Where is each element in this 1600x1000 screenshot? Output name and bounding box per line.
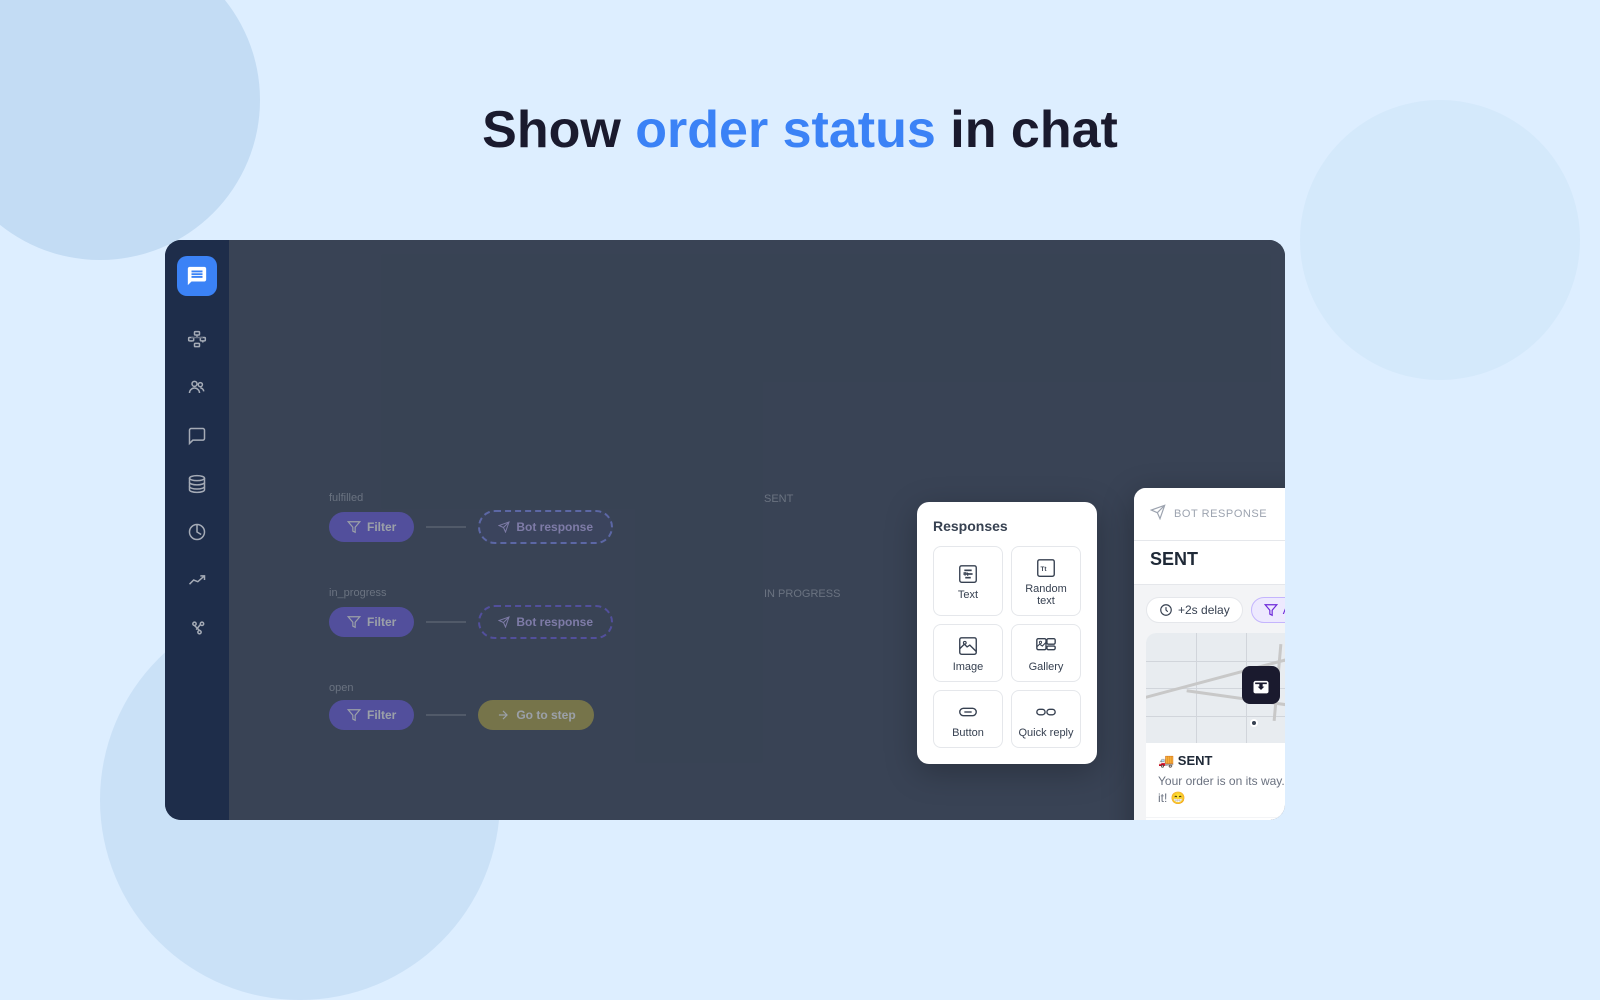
map-dot — [1250, 719, 1258, 727]
users-icon — [187, 378, 207, 398]
track-package-btn[interactable]: Track package — [1146, 818, 1285, 820]
map-image — [1146, 633, 1285, 743]
title-part2: in chat — [936, 101, 1118, 159]
filter-chip[interactable]: Add filter — [1251, 597, 1285, 623]
sidebar-item-org-chart[interactable] — [177, 320, 217, 360]
page-title: Show order status in chat — [482, 100, 1118, 160]
org-chart-icon — [187, 330, 207, 350]
package-icon — [1251, 675, 1271, 695]
bg-blob-top-left — [0, 0, 260, 260]
title-highlight: order status — [635, 101, 936, 159]
panel-header: BOT RESPONSE ✕ ✓ — [1134, 488, 1285, 541]
canvas-area: fulfilled Filter Bot response SENT in_pr… — [229, 240, 1285, 820]
response-item-random-text-label: Random text — [1018, 583, 1074, 607]
response-item-quick-reply-label: Quick reply — [1018, 727, 1073, 739]
response-item-quick-reply[interactable]: Quick reply — [1011, 690, 1081, 748]
paper-plane-icon — [1150, 504, 1166, 520]
gallery-icon — [1035, 635, 1057, 657]
trends-icon — [187, 570, 207, 590]
button-icon — [957, 701, 979, 723]
image-icon — [957, 635, 979, 657]
panel-body: +2s delay Add filter — [1134, 585, 1285, 820]
responses-popup: Responses Tt Text — [917, 502, 1097, 764]
text-icon: Tt — [957, 563, 979, 585]
map-grid-h3 — [1146, 716, 1285, 717]
map-card[interactable]: 🚚 SENT Your order is on its way. Wait fo… — [1146, 633, 1285, 820]
svg-text:Tt: Tt — [1041, 566, 1048, 573]
map-grid-h1 — [1146, 661, 1285, 662]
database-icon — [187, 474, 207, 494]
panel-header-left: BOT RESPONSE — [1150, 504, 1267, 525]
send-icon-panel — [1150, 504, 1166, 525]
response-item-gallery-label: Gallery — [1029, 661, 1064, 673]
response-item-gallery[interactable]: Gallery — [1011, 624, 1081, 682]
response-item-random-text[interactable]: Tt Random text — [1011, 546, 1081, 616]
ui-container: fulfilled Filter Bot response SENT in_pr… — [165, 240, 1285, 820]
responses-title: Responses — [933, 518, 1081, 534]
response-item-image[interactable]: Image — [933, 624, 1003, 682]
sidebar-item-users[interactable] — [177, 368, 217, 408]
sidebar-item-integrations[interactable] — [177, 608, 217, 648]
panel-title: SENT — [1150, 549, 1285, 570]
response-item-text-label: Text — [958, 589, 978, 601]
sidebar-logo[interactable] — [177, 256, 217, 296]
sidebar — [165, 240, 229, 820]
sidebar-item-database[interactable] — [177, 464, 217, 504]
analytics-icon — [187, 522, 207, 542]
bg-blob-right — [1300, 100, 1580, 380]
response-item-image-label: Image — [953, 661, 984, 673]
chat-bubble-icon — [186, 265, 208, 287]
chat-card-text: Your order is on its way. Wait for it! 😁 — [1146, 773, 1285, 817]
clock-icon — [1159, 603, 1173, 617]
canvas-overlay — [229, 240, 1285, 820]
chat-card-title: 🚚 SENT — [1146, 743, 1285, 773]
map-pin — [1242, 666, 1280, 704]
panel-subtitle: BOT RESPONSE — [1174, 508, 1267, 520]
integrations-icon — [187, 618, 207, 638]
svg-text:Tt: Tt — [963, 572, 968, 578]
card-row: 🚚 SENT Your order is on its way. Wait fo… — [1146, 633, 1285, 820]
bot-response-panel: BOT RESPONSE ✕ ✓ SENT +2s delay — [1134, 488, 1285, 820]
conversations-icon — [187, 426, 207, 446]
delay-chip[interactable]: +2s delay — [1146, 597, 1243, 623]
quick-reply-icon — [1035, 701, 1057, 723]
chips-row: +2s delay Add filter — [1146, 597, 1285, 623]
response-item-button-label: Button — [952, 727, 984, 739]
response-item-text[interactable]: Tt Text — [933, 546, 1003, 616]
response-item-button[interactable]: Button — [933, 690, 1003, 748]
sidebar-item-trends[interactable] — [177, 560, 217, 600]
random-text-icon: Tt — [1035, 557, 1057, 579]
filter-chip-icon — [1264, 603, 1278, 617]
title-part1: Show — [482, 101, 635, 159]
sidebar-item-conversations[interactable] — [177, 416, 217, 456]
responses-grid: Tt Text Tt Random text — [933, 546, 1081, 748]
sidebar-item-analytics[interactable] — [177, 512, 217, 552]
panel-title-row: SENT — [1134, 541, 1285, 585]
map-grid-v1 — [1196, 633, 1197, 743]
